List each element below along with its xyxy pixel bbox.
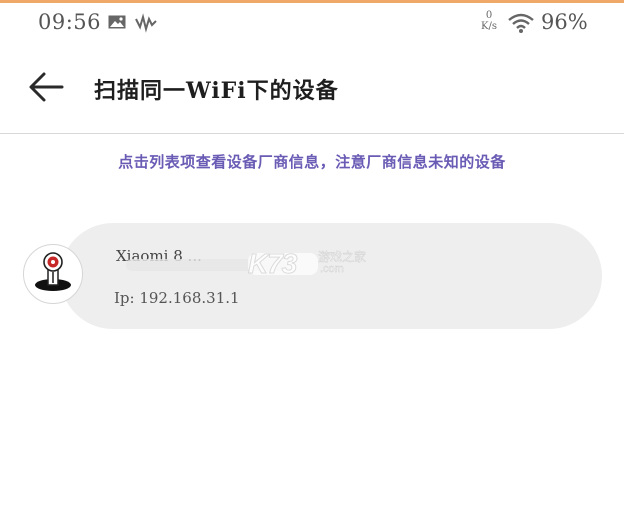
page-title: 扫描同一WiFi下的设备 [94, 78, 339, 104]
camera-device-icon [35, 252, 71, 291]
signal-icon [135, 13, 157, 33]
status-time: 09:56 [38, 10, 102, 34]
device-avatar [23, 244, 83, 304]
network-speed-unit: K/s [481, 21, 497, 32]
status-bar: 09:56 0 K/s 96% [0, 3, 624, 41]
hint-text: 点击列表项查看设备厂商信息，注意厂商信息未知的设备 [118, 153, 506, 171]
arrow-left-icon[interactable] [26, 69, 66, 105]
device-ip: Ip: 192.168.31.1 [114, 289, 240, 307]
network-speed-value: 0 [485, 10, 493, 21]
app-header: 扫描同一WiFi下的设备 [0, 41, 624, 134]
watermark-domain: .com [320, 263, 344, 275]
battery-level: 96% [541, 10, 588, 34]
watermark-k73: K73 [247, 248, 297, 280]
network-speed: 0 K/s [476, 10, 502, 32]
image-icon [108, 15, 126, 29]
wifi-icon [508, 13, 534, 33]
device-list-item[interactable]: Xiaomi 8 ... Ip: 192.168.31.1 [60, 223, 602, 329]
